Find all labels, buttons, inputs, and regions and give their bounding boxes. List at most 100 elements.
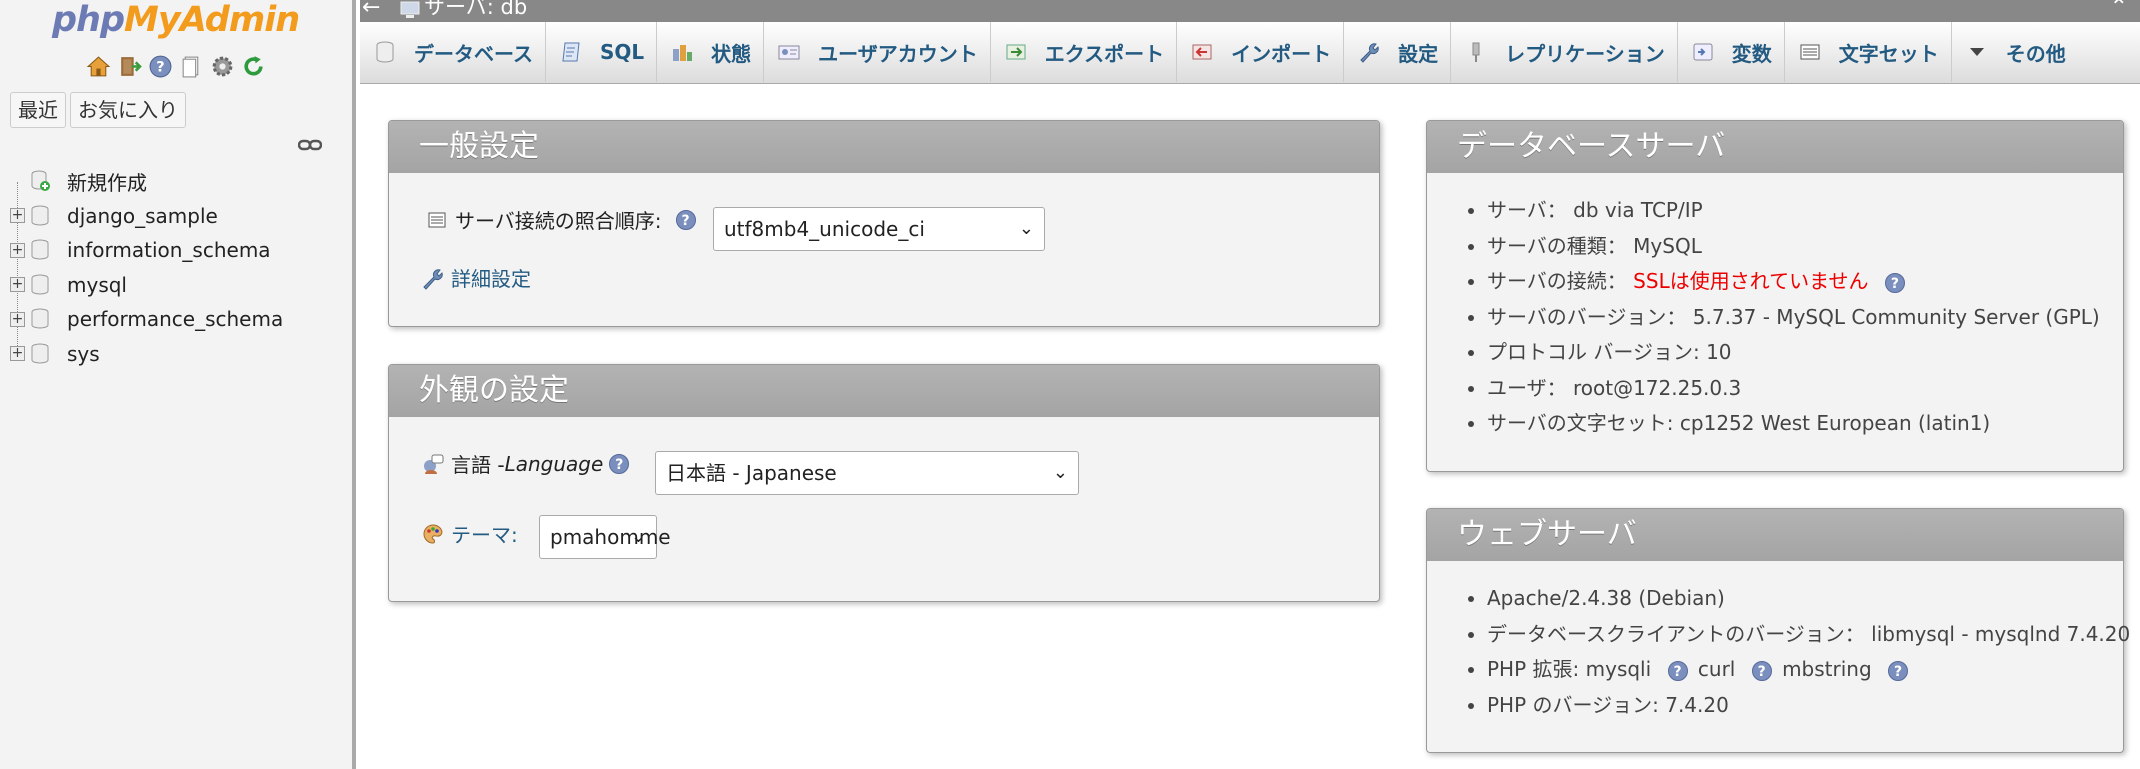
- help-icon[interactable]: ?: [675, 209, 696, 230]
- expand-icon[interactable]: +: [10, 311, 25, 327]
- tree-item-label[interactable]: performance_schema: [67, 307, 283, 331]
- export-icon: [1006, 44, 1026, 60]
- wrench-icon: [1360, 43, 1379, 63]
- list-item: サーバの種類： MySQL: [1487, 229, 2100, 265]
- breadcrumb-bar: ← サーバ: db ⌃: [360, 0, 2140, 22]
- help-icon[interactable]: ?: [148, 54, 173, 79]
- theme-row: テーマ:: [421, 519, 518, 548]
- chevron-down-icon: ⌄: [1018, 218, 1034, 239]
- wrench-icon: [423, 268, 443, 290]
- favorites-tab[interactable]: お気に入り: [70, 92, 186, 128]
- collapse-icon[interactable]: ⌃: [2110, 0, 2128, 19]
- settings-icon[interactable]: [210, 54, 235, 79]
- list-item: プロトコル バージョン: 10: [1487, 335, 2100, 371]
- replication-icon: [1472, 42, 1480, 62]
- list-item: PHP 拡張: mysqli ? curl ? mbstring ?: [1487, 652, 2130, 688]
- tree-item-label[interactable]: sys: [67, 342, 100, 366]
- nav-icon-bar: ?: [86, 54, 266, 79]
- new-database-icon: [31, 170, 50, 192]
- database-icon: [31, 239, 49, 260]
- database-tree: 新規作成 + django_sample + information_schem…: [0, 164, 356, 371]
- back-arrow-icon[interactable]: ←: [362, 0, 380, 19]
- panel-title: データベースサーバ: [1427, 121, 2123, 173]
- tab-status[interactable]: 状態: [657, 22, 765, 82]
- breadcrumb-server[interactable]: サーバ: db: [424, 0, 527, 18]
- tab-variables[interactable]: 変数: [1678, 22, 1785, 82]
- ssl-warning: SSLは使用されていません: [1633, 269, 1869, 293]
- help-icon[interactable]: ?: [1884, 272, 1905, 293]
- logout-icon[interactable]: [117, 54, 142, 79]
- top-menu: データベース SQL 状態 ユーザアカウント エクスポート インポート 設定 レ…: [360, 22, 2140, 84]
- tree-item-database[interactable]: + information_schema: [0, 233, 356, 268]
- web-server-panel: ウェブサーバ Apache/2.4.38 (Debian) データベースクライア…: [1426, 508, 2130, 753]
- database-icon: [376, 41, 394, 63]
- collation-label: サーバ接続の照合順序:: [455, 209, 662, 233]
- database-icon: [31, 274, 49, 295]
- list-item: ユーザ： root@172.25.0.3: [1487, 371, 2100, 407]
- theme-label[interactable]: テーマ:: [451, 519, 518, 548]
- tree-item-new[interactable]: 新規作成: [0, 164, 356, 199]
- tree-item-database[interactable]: + mysql: [0, 268, 356, 303]
- help-icon[interactable]: ?: [1751, 660, 1772, 681]
- theme-select[interactable]: pmahomme ⌄: [539, 515, 671, 559]
- tab-charsets[interactable]: 文字セット: [1785, 22, 1952, 82]
- docs-icon[interactable]: [179, 54, 204, 79]
- nav-tabs: 最近 お気に入り: [10, 92, 186, 128]
- expand-icon[interactable]: +: [10, 242, 25, 258]
- tree-item-label[interactable]: information_schema: [67, 238, 271, 262]
- database-server-panel: データベースサーバ サーバ： db via TCP/IP サーバの種類： MyS…: [1426, 120, 2124, 472]
- list-item: サーバ： db via TCP/IP: [1487, 193, 2100, 229]
- theme-palette-icon: [423, 523, 443, 544]
- server-info-list: サーバ： db via TCP/IP サーバの種類： MySQL サーバの接続：…: [1487, 193, 2100, 442]
- tree-item-label[interactable]: 新規作成: [67, 167, 147, 196]
- navigation-panel: phpMyAdmin ? 最近 お気に入り 新規作成 + django_samp…: [0, 0, 356, 769]
- tree-item-database[interactable]: + django_sample: [0, 199, 356, 234]
- database-icon: [31, 343, 49, 364]
- list-item: PHP のバージョン: 7.4.20: [1487, 688, 2130, 724]
- recent-tab[interactable]: 最近: [10, 92, 66, 128]
- expand-icon[interactable]: +: [10, 277, 25, 293]
- panel-title: ウェブサーバ: [1427, 509, 2123, 561]
- dropdown-triangle-icon: [1969, 48, 1984, 56]
- more-settings-link[interactable]: 詳細設定: [421, 263, 531, 292]
- general-settings-panel: 一般設定 サーバ接続の照合順序: ? utf8mb4_unicode_ci ⌄ …: [388, 120, 1380, 327]
- home-icon[interactable]: [86, 54, 111, 79]
- charset-icon: [1800, 44, 1820, 60]
- server-icon: [400, 1, 420, 18]
- list-item: データベースクライアントのバージョン： libmysql - mysqlnd 7…: [1487, 617, 2130, 653]
- tab-import[interactable]: インポート: [1177, 22, 1345, 82]
- help-icon[interactable]: ?: [609, 453, 630, 474]
- language-select[interactable]: 日本語 - Japanese ⌄: [655, 451, 1079, 495]
- expand-icon[interactable]: +: [10, 208, 25, 224]
- tree-item-label[interactable]: mysql: [67, 273, 127, 297]
- tab-export[interactable]: エクスポート: [991, 22, 1178, 82]
- tab-settings[interactable]: 設定: [1344, 22, 1452, 82]
- list-item: サーバの文字セット: cp1252 West European (latin1): [1487, 406, 2100, 442]
- import-icon: [1192, 44, 1212, 60]
- list-item: サーバの接続： SSLは使用されていません ?: [1487, 264, 2100, 300]
- help-icon[interactable]: ?: [1888, 660, 1909, 681]
- tab-more[interactable]: その他: [1952, 22, 2078, 82]
- help-icon[interactable]: ?: [1667, 660, 1688, 681]
- collation-select[interactable]: utf8mb4_unicode_ci ⌄: [713, 207, 1045, 251]
- tab-databases[interactable]: データベース: [360, 22, 546, 82]
- tab-user-accounts[interactable]: ユーザアカウント: [764, 22, 991, 82]
- language-label-en: Language: [504, 451, 604, 476]
- tree-item-database[interactable]: + sys: [0, 337, 356, 372]
- reload-icon[interactable]: [241, 54, 266, 79]
- tree-item-database[interactable]: + performance_schema: [0, 302, 356, 337]
- phpmyadmin-logo[interactable]: phpMyAdmin: [52, 0, 300, 40]
- database-icon: [31, 308, 49, 329]
- tree-item-label[interactable]: django_sample: [67, 204, 218, 228]
- chevron-down-icon: ⌄: [1052, 462, 1068, 483]
- expand-icon[interactable]: +: [10, 346, 25, 362]
- tab-replication[interactable]: レプリケーション: [1451, 22, 1678, 82]
- list-item: Apache/2.4.38 (Debian): [1487, 581, 2130, 617]
- collation-icon: [428, 212, 446, 227]
- web-info-list: Apache/2.4.38 (Debian) データベースクライアントのバージョ…: [1487, 581, 2130, 723]
- status-icon: [673, 45, 693, 61]
- language-label: 言語 -: [451, 453, 505, 477]
- tab-sql[interactable]: SQL: [546, 22, 658, 82]
- link-with-main-panel-icon[interactable]: [298, 138, 322, 152]
- database-icon: [31, 205, 49, 226]
